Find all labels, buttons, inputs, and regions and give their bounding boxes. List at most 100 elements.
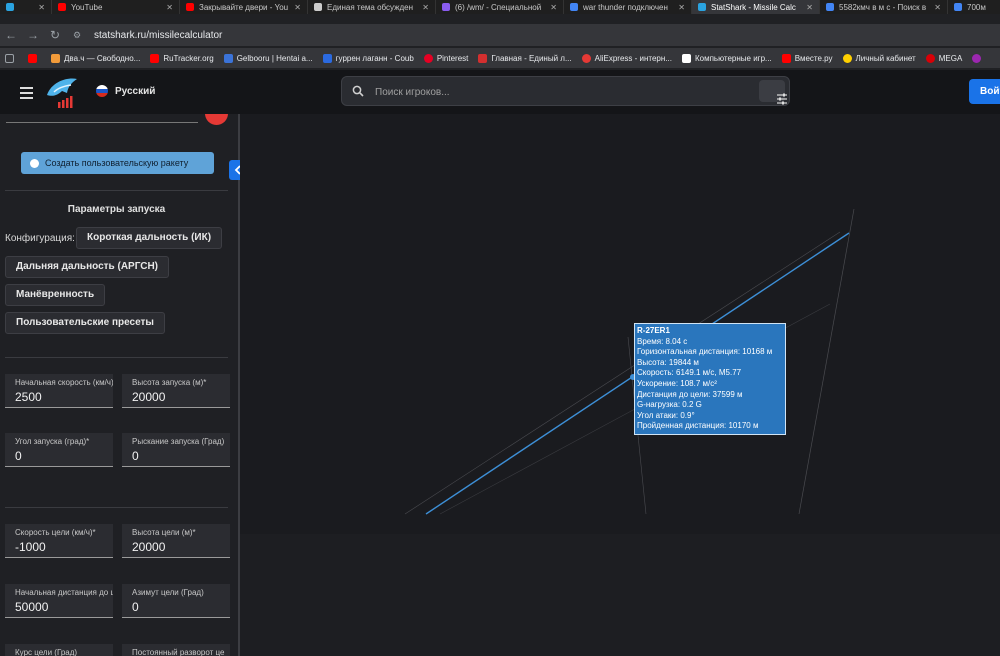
russia-flag-icon [96, 85, 108, 97]
bookmark-dvach[interactable]: Два.ч — Свободно... [51, 53, 140, 63]
google-icon [954, 3, 962, 11]
config-maneuverability[interactable]: Манёвренность [5, 284, 106, 306]
site-info-icon[interactable]: ⚙ [66, 30, 88, 41]
bookmark-pinterest[interactable]: Pinterest [423, 53, 468, 63]
sliders-icon [777, 93, 787, 105]
youtube-icon [186, 3, 194, 11]
browser-tab[interactable]: ✕ [0, 0, 52, 14]
tooltip-time: Время: 8.04 с [637, 336, 688, 346]
bookmark-extra[interactable] [972, 53, 985, 63]
app-header: Русский Войт [0, 70, 1000, 114]
bookmark-games[interactable]: Компьютерные игр... [681, 53, 772, 63]
launch-parameters-sidebar: Создать пользовательскую ракету Параметр… [0, 114, 240, 656]
apps-icon[interactable] [5, 53, 18, 63]
config-short-range-ir[interactable]: Короткая дальность (ИК) [76, 227, 223, 249]
target-course-field[interactable]: Курс цели (Град) [5, 644, 113, 656]
back-arrow-icon[interactable]: ← [0, 28, 22, 42]
browser-tab[interactable]: 5582кмч в м с - Поиск в ✕ [820, 0, 948, 14]
tooltip-acceleration: Ускорение: 108.7 м/с² [637, 378, 717, 388]
target-azimuth-field[interactable]: Азимут цели (Град) 0 [122, 584, 230, 618]
bookmark-rutracker[interactable]: RuTracker.org [150, 53, 214, 63]
start-distance-field[interactable]: Начальная дистанция до цели50000 [5, 584, 113, 618]
login-button[interactable]: Войт [969, 79, 1000, 104]
address-bar: ← → ↻ ⚙ statshark.ru/missilecalculator [0, 24, 1000, 46]
bookmark-vmeste[interactable]: Вместе.ру [781, 53, 833, 63]
bookmark-cabinet[interactable]: Личный кабинет [842, 53, 916, 63]
close-icon[interactable]: ✕ [672, 3, 685, 12]
divider [5, 357, 228, 358]
rutracker-icon [150, 53, 160, 63]
tooltip-title: R-27ER1 [637, 326, 670, 335]
pinterest-icon [423, 53, 433, 63]
missile-select-field[interactable] [6, 114, 198, 123]
launch-yaw-field[interactable]: Рыскание запуска (Град) 0 [122, 433, 230, 467]
forum-icon [314, 3, 322, 11]
tooltip-angle-of-attack: Угол атаки: 0.9° [637, 410, 695, 420]
menu-icon[interactable] [20, 87, 33, 102]
language-selector[interactable]: Русский [96, 85, 155, 97]
browser-tab[interactable]: (6) /wm/ - Специальной ✕ [436, 0, 564, 14]
close-icon[interactable]: ✕ [160, 3, 173, 12]
filter-button[interactable] [759, 80, 787, 105]
divider [5, 507, 228, 508]
forward-arrow-icon[interactable]: → [22, 28, 44, 42]
bookmark-gosuslugi[interactable]: Главная - Единый л... [478, 53, 572, 63]
tooltip-horizontal-distance: Горизонтальная дистанция: 10168 м [637, 347, 773, 357]
reload-icon[interactable]: ↻ [44, 28, 66, 42]
remove-missile-button[interactable] [205, 114, 228, 125]
aliexpress-icon [581, 53, 591, 63]
folder-icon [681, 53, 691, 63]
search-icon [352, 85, 364, 97]
tooltip-speed: Скорость: 6149.1 м/с, M5.77 [637, 368, 742, 378]
launch-speed-field[interactable]: Начальная скорость (км/ч)* 2500 [5, 374, 113, 408]
constant-turn-field[interactable]: Постоянный разворот це [122, 644, 230, 656]
bookmark-coub[interactable]: гуррен лаганн - Coub [322, 53, 414, 63]
tooltip-target-distance: Дистанция до цели: 37599 м [637, 389, 743, 399]
browser-tab-active[interactable]: StatShark - Missile Calc ✕ [692, 0, 820, 14]
bookmarks-bar: Два.ч — Свободно... RuTracker.org Gelboo… [0, 48, 1000, 68]
config-long-range-arh[interactable]: Дальняя дальность (АРГСН) [5, 256, 170, 278]
browser-tab[interactable]: YouTube ✕ [52, 0, 180, 14]
trajectory-graph[interactable] [240, 114, 1000, 534]
bookmark-gelbooru[interactable]: Gelbooru | Hentai a... [223, 53, 313, 63]
close-icon[interactable]: ✕ [288, 3, 301, 12]
bookmark-youtube[interactable] [28, 53, 41, 63]
create-custom-missile-button[interactable]: Создать пользовательскую ракету [21, 152, 214, 174]
divider [5, 190, 228, 191]
telegram-icon [6, 3, 14, 11]
target-path-line [798, 208, 855, 515]
target-altitude-field[interactable]: Высота цели (м)* 20000 [122, 524, 230, 558]
player-search [341, 76, 790, 106]
graph-lower-area [240, 534, 1000, 656]
browser-tab[interactable]: Закрывайте двери - You ✕ [180, 0, 308, 14]
statshark-logo[interactable] [44, 75, 80, 111]
browser-tab[interactable]: 700м [948, 0, 1000, 14]
browser-tab[interactable]: war thunder подключен ✕ [564, 0, 692, 14]
close-icon[interactable]: ✕ [928, 3, 941, 12]
launch-angle-field[interactable]: Угол запуска (град)* 0 [5, 433, 113, 467]
bookmark-aliexpress[interactable]: AliExpress - интерн... [581, 53, 672, 63]
url-text[interactable]: statshark.ru/missilecalculator [94, 30, 222, 41]
browser-tab-strip: ✕ YouTube ✕ Закрывайте двери - You ✕ Едина… [0, 0, 1000, 14]
search-input[interactable] [373, 84, 757, 100]
tooltip-traveled-distance: Пройденная дистанция: 10170 м [637, 421, 759, 431]
trajectory-tooltip: R-27ER1 Время: 8.04 с Горизонтальная дис… [634, 323, 786, 435]
statshark-icon [698, 3, 706, 11]
target-speed-field[interactable]: Скорость цели (км/ч)* -1000 [5, 524, 113, 558]
browser-tab[interactable]: Единая тема обсужден ✕ [308, 0, 436, 14]
gelbooru-icon [223, 53, 233, 63]
coub-icon [322, 53, 332, 63]
bookmark-mega[interactable]: MEGA [925, 53, 962, 63]
config-custom-presets[interactable]: Пользовательские пресеты [5, 312, 165, 334]
cabinet-icon [842, 53, 852, 63]
close-icon[interactable]: ✕ [416, 3, 429, 12]
trajectory-plot [404, 208, 855, 515]
launch-altitude-field[interactable]: Высота запуска (м)* 20000 [122, 374, 230, 408]
google-icon [570, 3, 578, 11]
close-icon[interactable]: ✕ [32, 3, 45, 12]
youtube-icon [58, 3, 66, 11]
dvach-icon [51, 53, 60, 63]
close-icon[interactable]: ✕ [800, 3, 813, 12]
extension-icon [972, 53, 982, 63]
close-icon[interactable]: ✕ [544, 3, 557, 12]
